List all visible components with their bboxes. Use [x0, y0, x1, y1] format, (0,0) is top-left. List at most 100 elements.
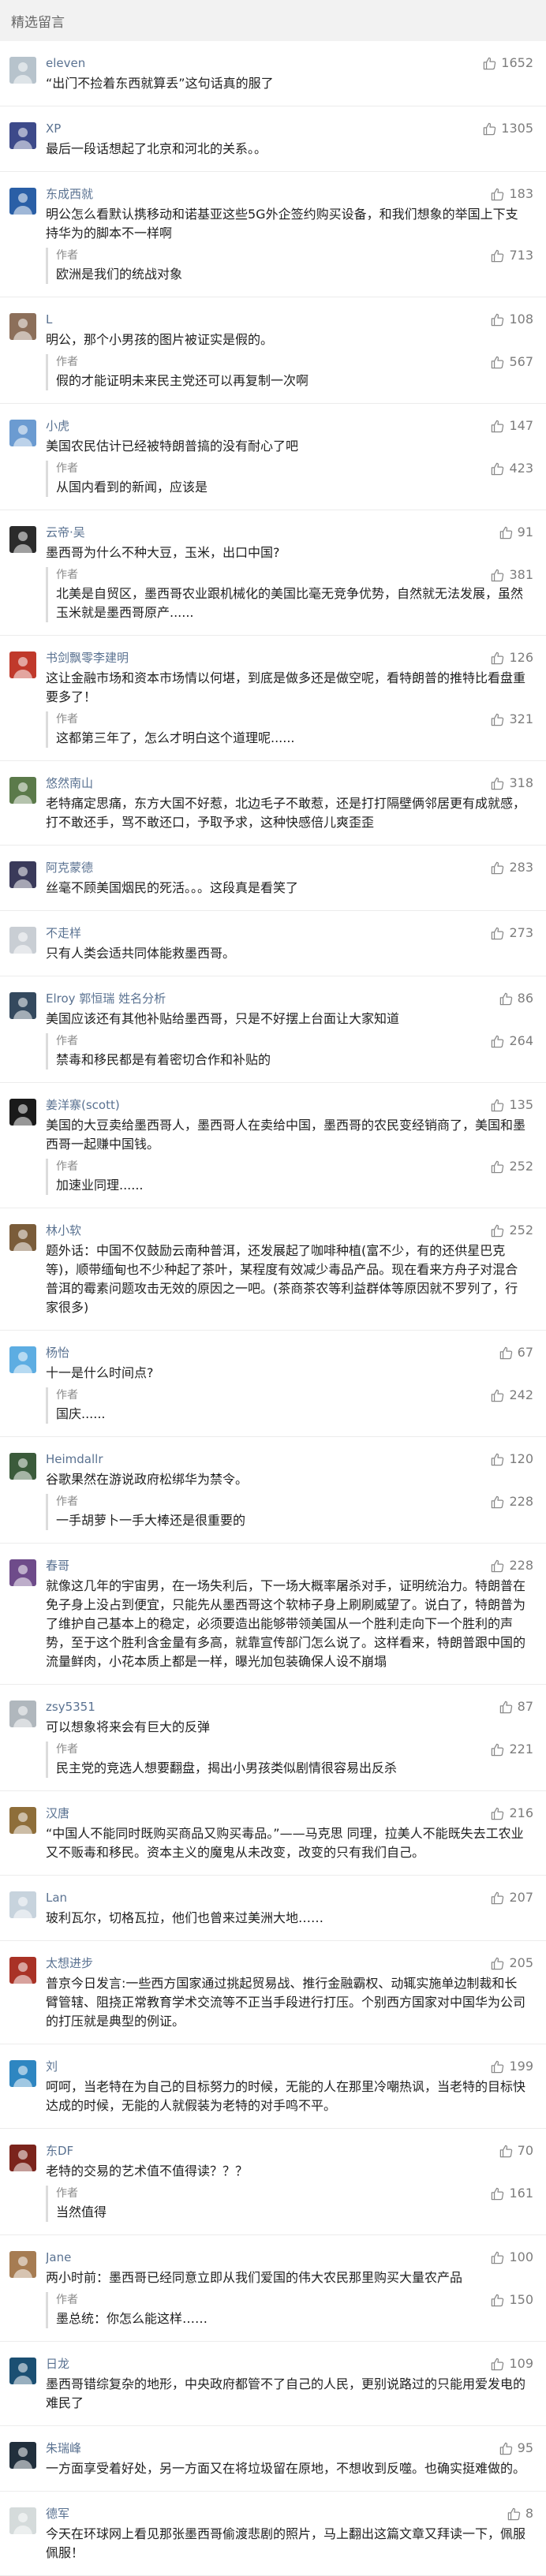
user-avatar[interactable] — [9, 2507, 36, 2534]
user-avatar[interactable] — [9, 2145, 36, 2171]
like-button[interactable]: 100 — [490, 2249, 533, 2265]
user-avatar[interactable] — [9, 420, 36, 446]
user-avatar[interactable] — [9, 651, 36, 678]
reply-like-button[interactable]: 381 — [490, 567, 533, 583]
like-button[interactable]: 8 — [507, 2506, 533, 2522]
reply-like-button[interactable]: 221 — [490, 1742, 533, 1757]
reply-like-button[interactable]: 150 — [490, 2292, 533, 2308]
like-button[interactable]: 1305 — [482, 121, 533, 136]
commenter-name[interactable]: 姜洋寨(scott) — [46, 1097, 532, 1113]
user-avatar[interactable] — [9, 1807, 36, 1834]
user-avatar[interactable] — [9, 861, 36, 888]
like-button[interactable]: 318 — [490, 775, 533, 791]
like-button[interactable]: 283 — [490, 860, 533, 875]
user-avatar[interactable] — [9, 992, 36, 1019]
commenter-name[interactable]: 东成西就 — [46, 186, 532, 202]
reply-like-button[interactable]: 264 — [490, 1033, 533, 1049]
commenter-name[interactable]: 太想进步 — [46, 1955, 532, 1971]
reply-like-button[interactable]: 161 — [490, 2186, 533, 2201]
like-button[interactable]: 109 — [490, 2356, 533, 2372]
commenter-name[interactable]: 杨怡 — [46, 1345, 532, 1361]
reply-text: 假的才能证明未来民主党还可以再复制一次啊 — [56, 373, 309, 388]
comment-text: “出门不捡着东西就算丢”这句话真的服了 — [46, 76, 274, 91]
commenter-name[interactable]: 汉唐 — [46, 1805, 532, 1821]
thumb-up-icon — [490, 461, 509, 476]
user-avatar[interactable] — [9, 1559, 36, 1586]
like-button[interactable]: 216 — [490, 1805, 533, 1821]
reply-like-button[interactable]: 567 — [490, 354, 533, 370]
commenter-name[interactable]: 悠然南山 — [46, 775, 532, 791]
like-button[interactable]: 1652 — [482, 55, 533, 71]
thumb-up-icon — [490, 712, 509, 727]
like-button[interactable]: 228 — [490, 1558, 533, 1574]
thumb-up-icon — [490, 2293, 509, 2308]
user-avatar[interactable] — [9, 2358, 36, 2384]
author-reply: 作者 713 欧洲是我们的统战对象 — [46, 248, 533, 284]
user-avatar[interactable] — [9, 526, 36, 553]
user-avatar[interactable] — [9, 1957, 36, 1984]
like-button[interactable]: 183 — [490, 186, 533, 202]
commenter-name[interactable]: L — [46, 312, 532, 327]
commenter-name[interactable]: 朱瑞峰 — [46, 2440, 532, 2456]
like-button[interactable]: 87 — [499, 1699, 533, 1715]
commenter-name[interactable]: 云帝·吴 — [46, 525, 532, 540]
reply-like-button[interactable]: 242 — [490, 1387, 533, 1403]
user-avatar[interactable] — [9, 777, 36, 804]
comment-item: eleven 1652 “出门不捡着东西就算丢”这句话真的服了 — [0, 41, 546, 106]
user-avatar[interactable] — [9, 2442, 36, 2469]
user-avatar[interactable] — [9, 57, 36, 84]
user-avatar[interactable] — [9, 1891, 36, 1918]
like-button[interactable]: 252 — [490, 1223, 533, 1238]
like-count: 91 — [517, 525, 533, 539]
user-avatar[interactable] — [9, 927, 36, 954]
user-avatar[interactable] — [9, 1224, 36, 1251]
commenter-name[interactable]: 东DF — [46, 2143, 532, 2159]
like-button[interactable]: 91 — [499, 525, 533, 540]
commenter-name[interactable]: 小虎 — [46, 418, 532, 434]
like-button[interactable]: 207 — [490, 1890, 533, 1906]
user-avatar[interactable] — [9, 2251, 36, 2278]
commenter-name[interactable]: 不走样 — [46, 925, 532, 941]
like-button[interactable]: 108 — [490, 312, 533, 327]
like-button[interactable]: 126 — [490, 650, 533, 666]
like-count: 283 — [509, 860, 533, 875]
like-button[interactable]: 147 — [490, 418, 533, 434]
like-button[interactable]: 70 — [499, 2143, 533, 2159]
reply-like-button[interactable]: 423 — [490, 461, 533, 476]
reply-like-button[interactable]: 252 — [490, 1159, 533, 1174]
like-button[interactable]: 135 — [490, 1097, 533, 1113]
user-avatar[interactable] — [9, 188, 36, 215]
reply-like-button[interactable]: 321 — [490, 711, 533, 727]
commenter-name[interactable]: 德军 — [46, 2506, 532, 2522]
commenter-name[interactable]: zsy5351 — [46, 1699, 532, 1715]
commenter-name[interactable]: Jane — [46, 2249, 532, 2265]
commenter-name[interactable]: 阿克蒙德 — [46, 860, 532, 875]
user-avatar[interactable] — [9, 1701, 36, 1727]
commenter-name[interactable]: 书剑飘零李建明 — [46, 650, 532, 666]
like-button[interactable]: 67 — [499, 1345, 533, 1361]
user-avatar[interactable] — [9, 1099, 36, 1126]
reply-like-button[interactable]: 713 — [490, 248, 533, 263]
like-button[interactable]: 95 — [499, 2440, 533, 2456]
reply-like-button[interactable]: 228 — [490, 1494, 533, 1510]
like-button[interactable]: 205 — [490, 1955, 533, 1971]
commenter-name[interactable]: 春哥 — [46, 1558, 532, 1574]
commenter-name[interactable]: eleven — [46, 55, 532, 71]
user-avatar[interactable] — [9, 1346, 36, 1373]
user-avatar[interactable] — [9, 313, 36, 340]
commenter-name[interactable]: Heimdallr — [46, 1451, 532, 1467]
author-reply: 作者 161 当然值得 — [46, 2186, 533, 2222]
user-avatar[interactable] — [9, 2060, 36, 2087]
commenter-name[interactable]: Elroy 郭恒瑞 姓名分析 — [46, 991, 532, 1006]
commenter-name[interactable]: 林小软 — [46, 1223, 532, 1238]
commenter-name[interactable]: 刘 — [46, 2059, 532, 2074]
commenter-name[interactable]: XP — [46, 121, 532, 136]
like-button[interactable]: 199 — [490, 2059, 533, 2074]
like-button[interactable]: 86 — [499, 991, 533, 1006]
like-button[interactable]: 273 — [490, 925, 533, 941]
commenter-name[interactable]: 日龙 — [46, 2356, 532, 2372]
like-button[interactable]: 120 — [490, 1451, 533, 1467]
commenter-name[interactable]: Lan — [46, 1890, 532, 1906]
user-avatar[interactable] — [9, 122, 36, 149]
user-avatar[interactable] — [9, 1453, 36, 1480]
